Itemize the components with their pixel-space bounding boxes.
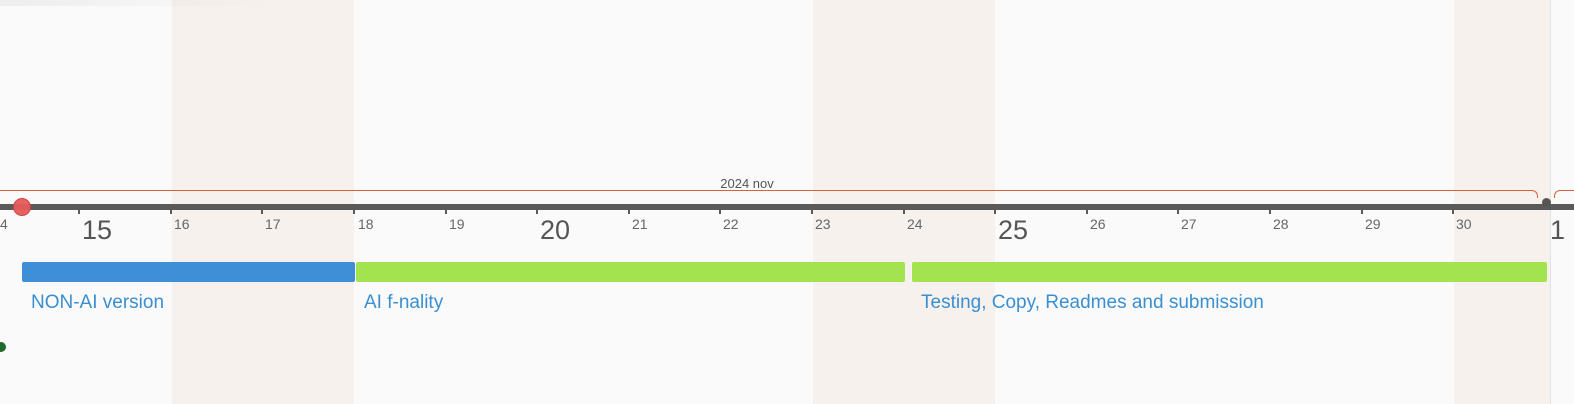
month-label: 2024 nov <box>720 176 774 191</box>
day-label-26: 26 <box>1090 216 1106 232</box>
day-tick <box>353 208 355 214</box>
timeline-axis[interactable] <box>0 204 1574 210</box>
task-bar-ai-fnality[interactable] <box>356 262 905 282</box>
day-label-21: 21 <box>632 216 648 232</box>
weekend-band <box>172 0 354 404</box>
milestone-dot[interactable] <box>1542 198 1551 207</box>
day-label-24: 24 <box>907 216 923 232</box>
day-label-15: 15 <box>82 215 113 245</box>
day-label-22: 22 <box>723 216 739 232</box>
day-tick <box>719 208 721 214</box>
weekend-band <box>1454 0 1550 404</box>
day-label-20: 20 <box>540 215 571 245</box>
day-label-28: 28 <box>1273 216 1289 232</box>
day-tick <box>811 208 813 214</box>
day-label-1: 1 <box>1550 215 1566 245</box>
task-bar-non-ai-version[interactable] <box>22 262 355 282</box>
day-label-16: 16 <box>174 216 190 232</box>
status-dot <box>0 342 6 352</box>
day-label-18: 18 <box>358 216 374 232</box>
day-tick <box>170 208 172 214</box>
month-bracket <box>0 190 1538 198</box>
scroll-shadow <box>0 0 280 6</box>
day-tick <box>536 208 538 214</box>
day-tick <box>261 208 263 214</box>
day-label-17: 17 <box>265 216 281 232</box>
task-bar-testing-submission[interactable] <box>912 262 1547 282</box>
day-tick <box>1177 208 1179 214</box>
day-tick <box>78 208 80 214</box>
day-tick <box>994 208 996 214</box>
day-label-27: 27 <box>1181 216 1197 232</box>
task-label-ai-fnality[interactable]: AI f-nality <box>364 292 443 314</box>
day-tick <box>1452 208 1454 214</box>
day-tick <box>1269 208 1271 214</box>
weekend-band <box>813 0 995 404</box>
day-label-23: 23 <box>815 216 831 232</box>
next-month-bracket <box>1554 190 1574 198</box>
day-label-29: 29 <box>1365 216 1381 232</box>
day-label-30: 30 <box>1456 216 1472 232</box>
day-tick <box>1361 208 1363 214</box>
current-time-marker[interactable] <box>13 198 31 216</box>
day-tick <box>628 208 630 214</box>
task-label-testing-submission[interactable]: Testing, Copy, Readmes and submission <box>921 292 1264 314</box>
day-label-14: 4 <box>0 216 8 232</box>
day-label-19: 19 <box>449 216 465 232</box>
timeline-view[interactable]: 2024 nov 4 15 16 17 18 19 20 21 22 23 24… <box>0 0 1574 404</box>
day-tick <box>903 208 905 214</box>
task-label-non-ai-version[interactable]: NON-AI version <box>31 292 164 314</box>
day-tick <box>1086 208 1088 214</box>
day-label-25: 25 <box>998 215 1029 245</box>
day-tick <box>445 208 447 214</box>
